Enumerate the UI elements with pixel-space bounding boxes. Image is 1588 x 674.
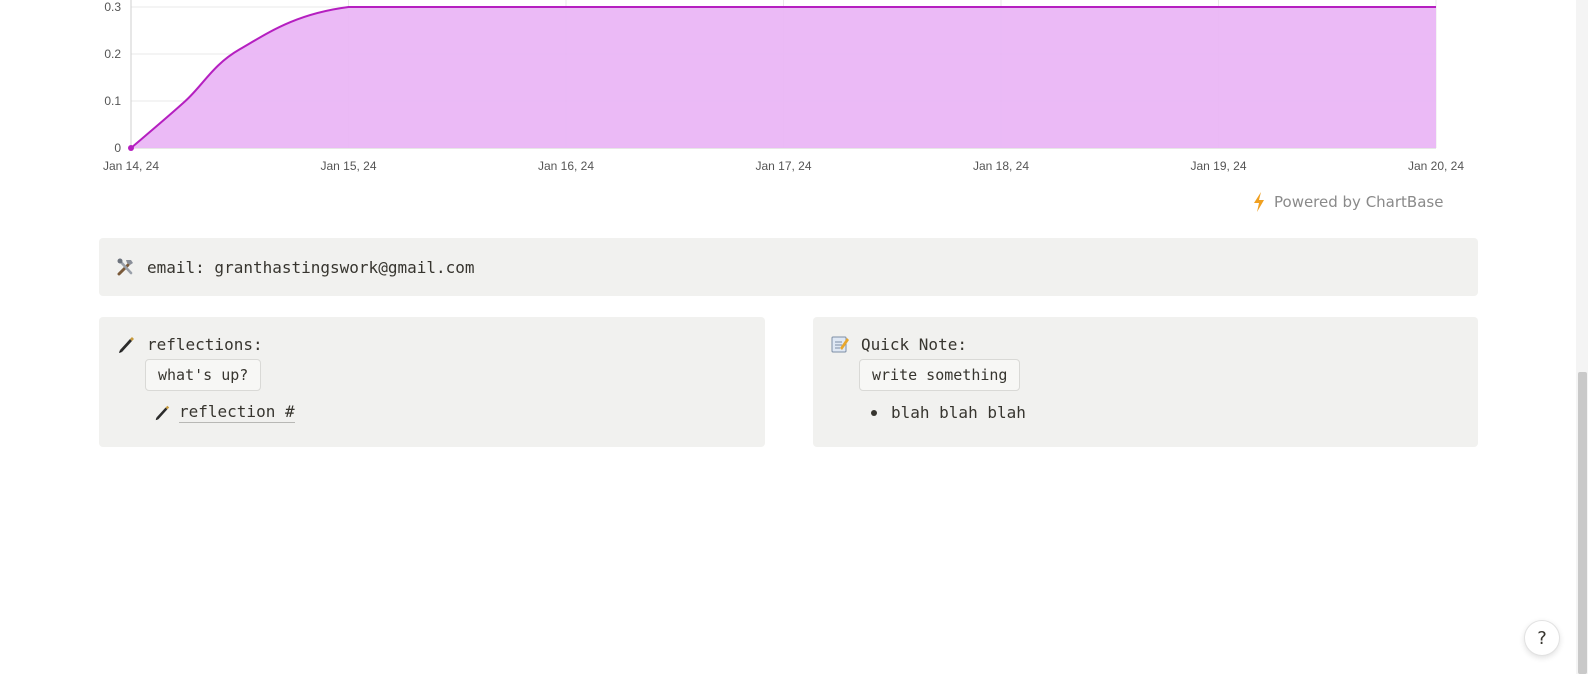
data-point	[128, 145, 134, 151]
reflections-callout: reflections: what's up? reflection #	[99, 317, 765, 447]
lightning-icon	[1254, 192, 1264, 212]
x-tick-label: Jan 15, 24	[320, 159, 376, 173]
bullet-icon	[871, 409, 877, 416]
pen-icon	[115, 333, 137, 355]
email-callout: email: granthastingswork@gmail.com	[99, 238, 1478, 296]
y-axis-ticks: 0 0.1 0.2 0.3	[104, 0, 121, 155]
memo-icon	[829, 333, 851, 355]
help-button[interactable]: ?	[1524, 620, 1560, 656]
x-tick-label: Jan 17, 24	[755, 159, 811, 173]
x-tick-label: Jan 19, 24	[1190, 159, 1246, 173]
tools-icon	[115, 256, 137, 278]
y-tick-label: 0.3	[104, 0, 121, 14]
whats-up-button[interactable]: what's up?	[145, 359, 262, 391]
reflection-link[interactable]: reflection #	[179, 402, 295, 423]
x-tick-label: Jan 18, 24	[973, 159, 1029, 173]
x-tick-label: Jan 14, 24	[103, 159, 159, 173]
scrollbar-thumb[interactable]	[1578, 372, 1587, 674]
email-text: email: granthastingswork@gmail.com	[147, 257, 475, 277]
y-tick-label: 0.2	[104, 47, 121, 61]
x-axis-ticks: Jan 14, 24 Jan 15, 24 Jan 16, 24 Jan 17, 24…	[103, 159, 1464, 173]
y-tick-label: 0.1	[104, 94, 121, 108]
quick-note-bullet: blah blah blah	[891, 403, 1026, 422]
area-chart: 0 0.1 0.2 0.3 Jan 14, 24 Jan 15, 24 Jan 16, 2…	[103, 0, 1464, 173]
write-something-button[interactable]: write something	[859, 359, 1021, 391]
powered-by-chartbase[interactable]: Powered by ChartBase	[1252, 190, 1443, 214]
x-tick-label: Jan 20, 24	[1408, 159, 1464, 173]
powered-by-label: Powered by ChartBase	[1274, 193, 1444, 211]
y-tick-label: 0	[114, 141, 121, 155]
x-tick-label: Jan 16, 24	[538, 159, 594, 173]
reflections-title: reflections:	[147, 334, 263, 354]
quick-note-title: Quick Note:	[861, 334, 967, 354]
pen-icon	[151, 401, 173, 423]
series-area	[131, 7, 1436, 148]
quick-note-callout: Quick Note: write something blah blah bl…	[813, 317, 1478, 447]
